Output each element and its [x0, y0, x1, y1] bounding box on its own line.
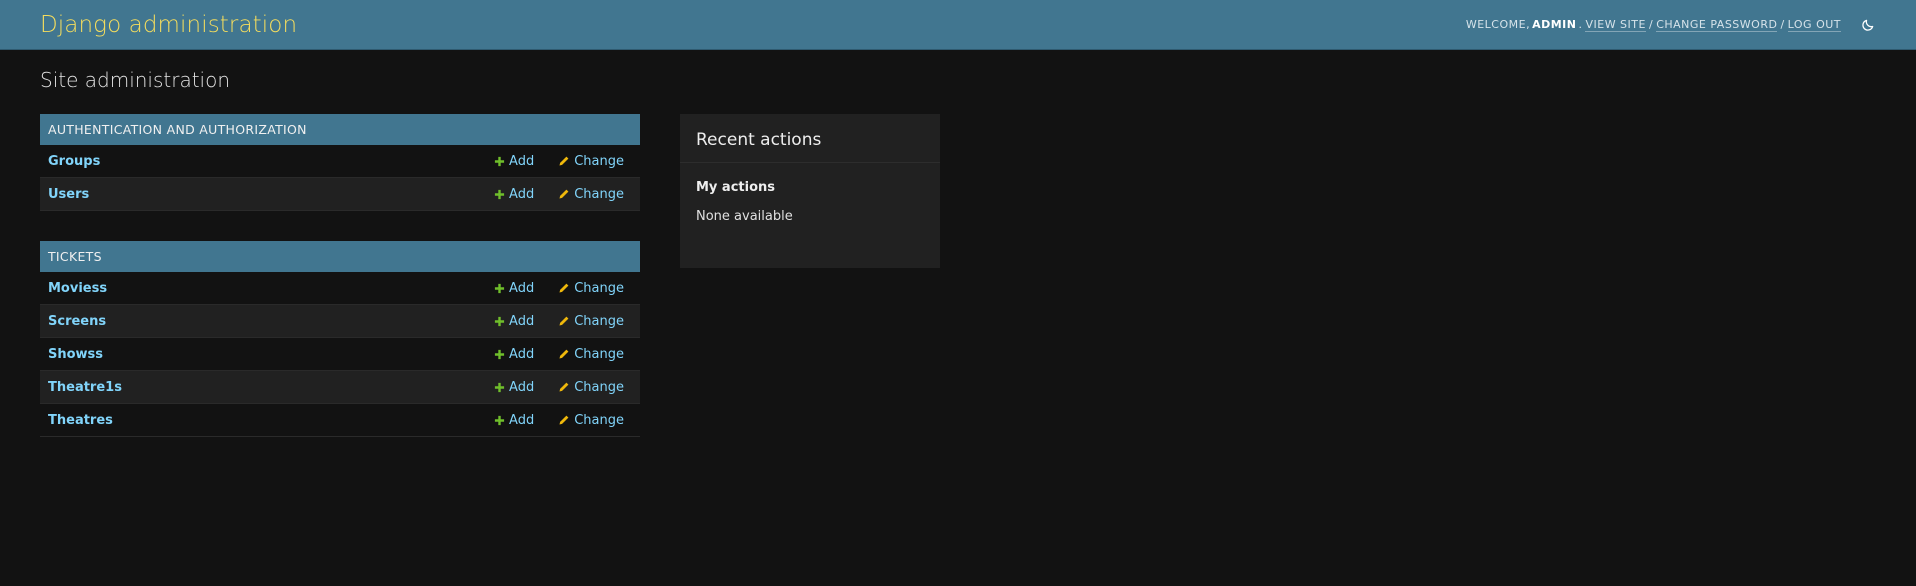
- site-header: Django administration Welcome, admin. Vi…: [0, 0, 1916, 50]
- model-link-theatres[interactable]: Theatres: [48, 413, 494, 428]
- table-row: Theatres Add Change: [40, 404, 640, 437]
- pencil-icon: [558, 414, 570, 426]
- model-link-moviess[interactable]: Moviess: [48, 281, 494, 296]
- user-tools: Welcome, admin. View site / Change passw…: [1466, 17, 1876, 33]
- add-button[interactable]: Add: [494, 281, 534, 296]
- change-label: Change: [574, 412, 624, 428]
- change-button[interactable]: Change: [558, 413, 624, 428]
- app-caption[interactable]: Tickets: [40, 241, 640, 272]
- table-row: Screens Add Change: [40, 305, 640, 338]
- add-button[interactable]: Add: [494, 413, 534, 428]
- pencil-icon: [558, 381, 570, 393]
- theme-toggle-button[interactable]: [1860, 17, 1876, 33]
- page-title: Site administration: [40, 68, 231, 92]
- log-out-link[interactable]: Log out: [1787, 18, 1841, 32]
- app-list: Authentication and Authorization Groups …: [40, 114, 640, 467]
- recent-actions-panel: Recent actions My actions None available: [680, 114, 940, 268]
- change-button[interactable]: Change: [558, 380, 624, 395]
- table-row: Theatre1s Add Change: [40, 371, 640, 404]
- plus-icon: [494, 156, 505, 167]
- add-button[interactable]: Add: [494, 314, 534, 329]
- app-caption[interactable]: Authentication and Authorization: [40, 114, 640, 145]
- plus-icon: [494, 415, 505, 426]
- pencil-icon: [558, 155, 570, 167]
- pencil-icon: [558, 315, 570, 327]
- change-button[interactable]: Change: [558, 314, 624, 329]
- add-label: Add: [509, 153, 535, 169]
- table-row: Moviess Add Change: [40, 272, 640, 305]
- empty-actions-text: None available: [696, 209, 793, 224]
- view-site-link[interactable]: View site: [1585, 18, 1646, 32]
- pencil-icon: [558, 348, 570, 360]
- change-label: Change: [574, 280, 624, 296]
- username: admin: [1532, 18, 1577, 31]
- moon-icon: [1862, 19, 1874, 31]
- model-link-users[interactable]: Users: [48, 187, 494, 202]
- change-label: Change: [574, 379, 624, 395]
- plus-icon: [494, 189, 505, 200]
- table-row: Users Add Change: [40, 178, 640, 211]
- table-row: Showss Add Change: [40, 338, 640, 371]
- add-button[interactable]: Add: [494, 380, 534, 395]
- separator: /: [1648, 18, 1654, 31]
- plus-icon: [494, 349, 505, 360]
- separator: /: [1780, 18, 1785, 31]
- model-link-showss[interactable]: Showss: [48, 347, 494, 362]
- app-module-auth: Authentication and Authorization Groups …: [40, 114, 640, 211]
- add-button[interactable]: Add: [494, 347, 534, 362]
- add-button[interactable]: Add: [494, 154, 534, 169]
- add-label: Add: [509, 280, 535, 296]
- change-button[interactable]: Change: [558, 347, 624, 362]
- plus-icon: [494, 382, 505, 393]
- model-link-screens[interactable]: Screens: [48, 314, 494, 329]
- change-button[interactable]: Change: [558, 154, 624, 169]
- change-button[interactable]: Change: [558, 281, 624, 296]
- change-button[interactable]: Change: [558, 187, 624, 202]
- add-label: Add: [509, 346, 535, 362]
- add-label: Add: [509, 379, 535, 395]
- my-actions-heading: My actions: [696, 180, 776, 195]
- table-row: Groups Add Change: [40, 145, 640, 178]
- add-label: Add: [509, 313, 535, 329]
- plus-icon: [494, 283, 505, 294]
- site-title[interactable]: Django administration: [40, 12, 297, 38]
- add-label: Add: [509, 186, 535, 202]
- plus-icon: [494, 316, 505, 327]
- pencil-icon: [558, 188, 570, 200]
- change-label: Change: [574, 186, 624, 202]
- change-label: Change: [574, 346, 624, 362]
- welcome-text: Welcome,: [1465, 18, 1531, 31]
- add-label: Add: [509, 412, 535, 428]
- change-label: Change: [574, 153, 624, 169]
- change-label: Change: [574, 313, 624, 329]
- pencil-icon: [558, 282, 570, 294]
- recent-actions-title: Recent actions: [680, 114, 940, 163]
- add-button[interactable]: Add: [494, 187, 534, 202]
- app-module-tickets: Tickets Moviess Add Change Screens Add C…: [40, 241, 640, 437]
- model-link-groups[interactable]: Groups: [48, 154, 494, 169]
- change-password-link[interactable]: Change password: [1656, 18, 1778, 32]
- model-link-theatre1s[interactable]: Theatre1s: [48, 380, 494, 395]
